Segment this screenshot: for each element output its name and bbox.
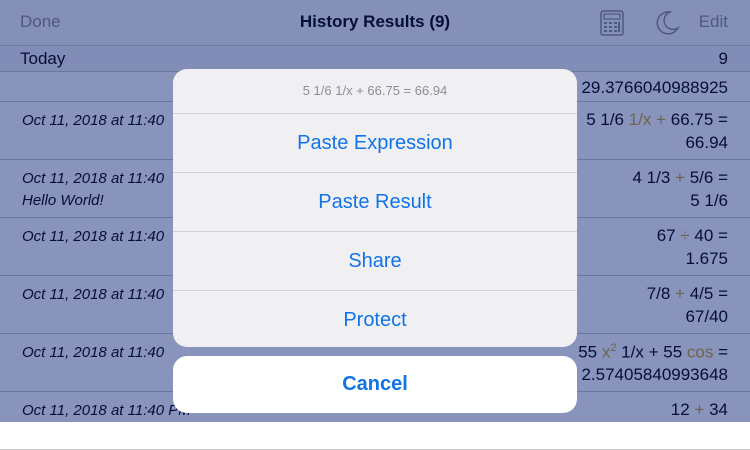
paste-expression-button[interactable]: Paste Expression [173, 114, 577, 173]
share-button[interactable]: Share [173, 232, 577, 291]
cancel-button[interactable]: Cancel [173, 356, 577, 413]
sheet-message: 5 1/6 1/x + 66.75 = 66.94 [173, 69, 577, 114]
action-sheet: 5 1/6 1/x + 66.75 = 66.94 Paste Expressi… [173, 69, 577, 347]
protect-button[interactable]: Protect [173, 291, 577, 347]
paste-result-button[interactable]: Paste Result [173, 173, 577, 232]
